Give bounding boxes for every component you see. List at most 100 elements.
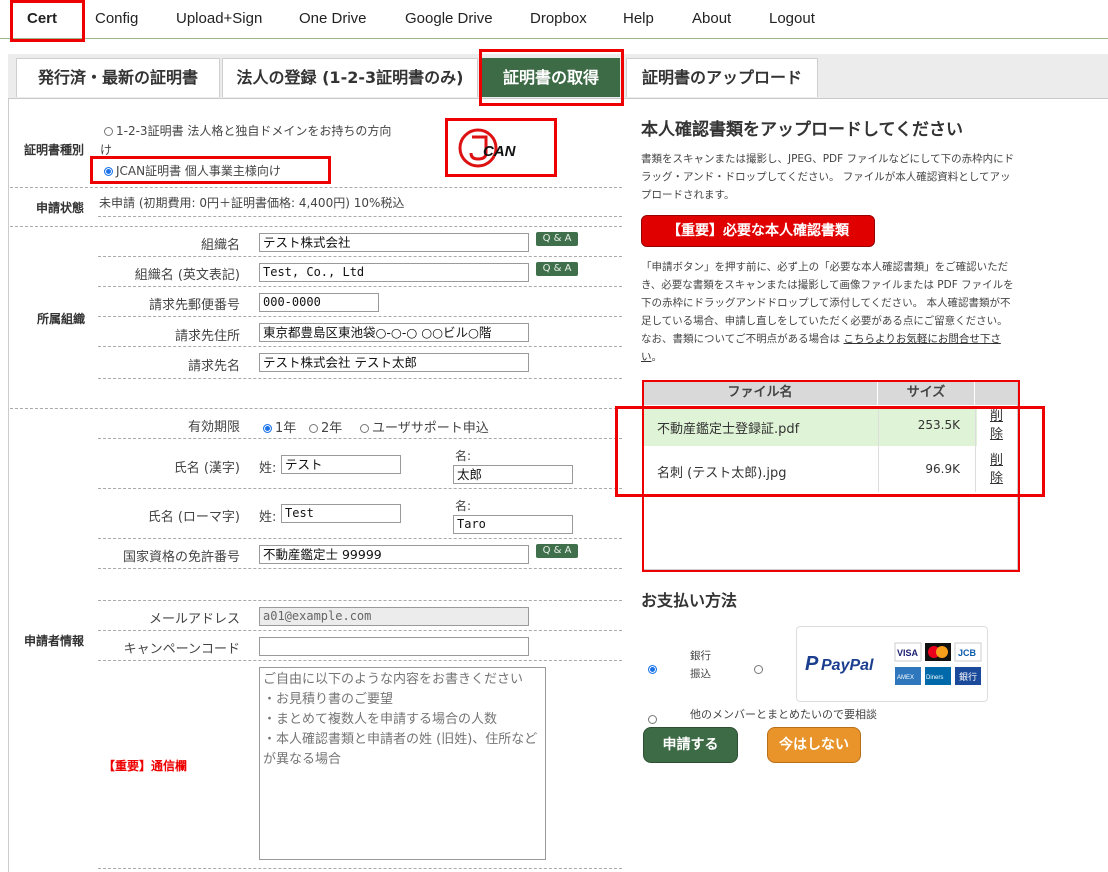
divider [98,630,622,631]
cert-type-label: 証明書種別 [24,143,85,157]
radio-paypal-dot[interactable] [754,665,763,674]
qa-badge[interactable]: Q & A [536,262,578,276]
sei-kanji-input[interactable]: テスト [281,455,401,474]
nav-config[interactable]: Config [95,10,138,27]
jcan-logo-graphic: CAN [458,128,517,168]
divider [98,378,622,379]
validity-support[interactable]: ユーザサポート申込 [360,417,489,436]
address-label: 請求先住所 [174,329,240,344]
apply-button[interactable]: 申請する [643,727,738,763]
mei-label: 名: [455,499,472,513]
email-label: メールアドレス [148,612,240,627]
cert-opt1[interactable]: 1-2-3証明書 法人格と独自ドメインをお持ちの方向 [104,122,391,139]
license-label: 国家資格の免許番号 [122,550,240,565]
tab-get-cert[interactable]: 証明書の取得 [482,58,620,97]
validity-label: 有効期限 [187,420,240,435]
upload-title: 本人確認書類をアップロードしてください [641,120,963,140]
radio-support[interactable] [360,424,369,433]
paypal-box[interactable]: P PayPal VISA JCB AMEX Diners 銀行 [796,626,988,702]
notice-text: 「申請ボタン」を押す前に、必ず上の「必要な本人確認書類」をご確認いただき、必要な… [641,258,1019,366]
svg-text:CAN: CAN [483,143,517,160]
qa-badge[interactable]: Q & A [536,232,578,246]
svg-text:AMEX: AMEX [897,675,914,681]
left-border [8,98,9,872]
cert-opt2[interactable]: JCAN証明書 個人事業主様向け [104,162,281,179]
radio-jcan[interactable] [104,167,113,176]
license-input[interactable]: 不動産鑑定士 99999 [259,545,529,564]
sei-roman-input[interactable]: Test [281,504,401,523]
divider [98,346,622,347]
billto-input[interactable]: テスト株式会社 テスト太郎 [259,353,529,372]
file-name: 名刺 (テスト太郎).jpg [657,466,787,481]
top-nav: Cert Config Upload+Sign One Drive Google… [0,0,1108,39]
radio-bank[interactable] [648,659,660,678]
validity-1y-text: 1年 [275,421,297,436]
col-filename: ファイル名 [643,381,877,405]
org-name-en-input[interactable]: Test, Co., Ltd [259,263,529,282]
delete-link[interactable]: 削除 [990,452,1004,488]
nav-logout[interactable]: Logout [769,10,815,27]
nav-one-drive[interactable]: One Drive [299,10,367,27]
status-label: 申請状態 [36,201,85,215]
col-sep [878,406,879,492]
nav-google-drive[interactable]: Google Drive [405,10,493,27]
divider [98,568,622,569]
required-docs-button[interactable]: 【重要】必要な本人確認書類 [641,215,875,247]
qa-badge[interactable]: Q & A [536,544,578,558]
nav-dropbox[interactable]: Dropbox [530,10,587,27]
mei-roman-input[interactable]: Taro [453,515,573,534]
divider [98,660,622,661]
divider [98,256,622,257]
bank-transfer-label: 銀行振込 [690,650,711,680]
nav-upload-sign[interactable]: Upload+Sign [176,10,262,27]
radio-consult[interactable] [648,709,660,728]
svg-text:P: P [805,653,819,675]
file-size: 253.5K [917,418,960,432]
tab-upload-cert[interactable]: 証明書のアップロード [626,58,818,97]
campaign-input[interactable] [259,637,529,656]
nav-help[interactable]: Help [623,10,654,27]
tab-issued-certs[interactable]: 発行済・最新の証明書 [16,58,220,97]
cert-opt2-text: JCAN証明書 個人事業主様向け [116,164,281,178]
svg-text:Diners: Diners [926,675,943,681]
nav-cert[interactable]: Cert [27,10,57,27]
radio-1y[interactable] [263,424,272,433]
validity-1y[interactable]: 1年 [263,417,296,436]
address-input[interactable]: 東京都豊島区東池袋○-○-○ ○○ビル○階 [259,323,529,342]
mei-kanji-input[interactable]: 太郎 [453,465,573,484]
svg-text:VISA: VISA [897,648,919,658]
divider [98,216,622,217]
later-button[interactable]: 今はしない [767,727,861,763]
notice-end: 。 [651,351,663,363]
zip-label: 請求先郵便番号 [148,298,240,313]
mei-label: 名: [455,449,472,463]
divider [98,488,622,489]
org-name-en-label: 組織名 (英文表記) [134,268,240,283]
radio-consult-dot[interactable] [648,715,657,724]
email-input[interactable]: a01@example.com [259,607,529,626]
delete-link[interactable]: 削除 [990,408,1004,444]
svg-text:JCB: JCB [958,648,977,658]
col-size: サイズ [878,381,974,405]
org-name-label: 組織名 [200,238,240,253]
notes-textarea[interactable] [259,667,546,860]
consult-label: 他のメンバーとまとめたいので要相談 [690,708,877,721]
billto-label: 請求先名 [187,359,240,374]
cert-opt1-text: 1-2-3証明書 法人格と独自ドメインをお持ちの方向 [116,124,392,138]
radio-2y[interactable] [309,424,318,433]
zip-input[interactable]: 000-0000 [259,293,379,312]
radio-bank-dot[interactable] [648,665,657,674]
name-kanji-label: 氏名 (漢字) [173,461,240,476]
sei-label: 姓: [259,461,277,476]
tab-corp-register[interactable]: 法人の登録 (1-2-3証明書のみ) [222,58,478,97]
divider [10,187,622,188]
org-name-input[interactable]: テスト株式会社 [259,233,529,252]
validity-support-text: ユーザサポート申込 [372,421,489,436]
svg-text:銀行: 銀行 [959,671,977,683]
radio-123[interactable] [104,127,113,136]
nav-about[interactable]: About [692,10,731,27]
validity-2y[interactable]: 2年 [309,417,342,436]
radio-paypal[interactable] [754,659,766,678]
divider [98,316,622,317]
validity-2y-text: 2年 [321,421,343,436]
